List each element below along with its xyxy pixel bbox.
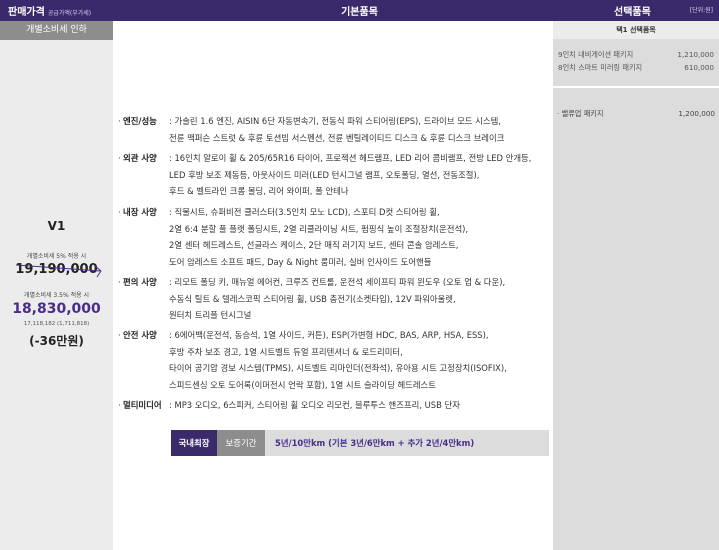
option-name: 9인치 내비게이션 패키지 bbox=[558, 50, 634, 59]
spec-category: 멀티미디어 bbox=[123, 400, 162, 410]
bullet-icon: · bbox=[118, 207, 121, 217]
options-column: 택1 선택품목 9인치 내비게이션 패키지 1,210,000 8인치 스마트 … bbox=[553, 21, 719, 550]
tax35-price: 18,830,000 bbox=[12, 301, 101, 317]
spec-line: 2열 센터 헤드레스트, 선글라스 케이스, 2단 매직 러기지 보드, 센터 … bbox=[169, 240, 459, 251]
options-divider bbox=[553, 86, 719, 88]
option-price: 610,000 bbox=[684, 63, 714, 72]
price-column: 개별소비세 인하 V1 개별소비세 5% 적용 시 19,190,000 개별소… bbox=[0, 21, 113, 550]
spec-line: : 직물시트, 슈퍼비전 클러스터(3.5인치 모노 LCD), 스포티 D컷 … bbox=[169, 207, 440, 217]
spec-line: 후드 & 벨트라인 크롬 몰딩, 리어 와이퍼, 폴 안테나 bbox=[169, 186, 349, 197]
spec-line: : 리모트 폴딩 키, 매뉴얼 에어컨, 크루즈 컨트롤, 운전석 세이프티 파… bbox=[169, 277, 506, 287]
bullet-icon: · bbox=[118, 153, 121, 163]
spec-category: 엔진/성능 bbox=[123, 116, 157, 126]
header-bar: 판매가격 공급가액(부가세) 기본품목 선택품목 [단위:원] bbox=[0, 0, 719, 21]
discount-amount: (-36만원) bbox=[29, 334, 84, 348]
tax-cut-tab: 개별소비세 인하 bbox=[0, 21, 113, 40]
spec-category: 외관 사양 bbox=[123, 153, 157, 163]
warranty-banner: 국내최장 보증기간 5년/10만km (기본 3년/6만km + 추가 2년/4… bbox=[171, 430, 549, 456]
warranty-text: 5년/10만km (기본 3년/6만km + 추가 2년/4만km) bbox=[275, 438, 475, 448]
option-name: 8인치 스마트 미러링 패키지 bbox=[558, 63, 643, 72]
basic-items-header: 기본품목 bbox=[341, 7, 378, 18]
tax35-breakdown: 17,118,182 (1,711,818) bbox=[23, 321, 90, 327]
spec-line: LED 후방 보조 제동등, 아웃사이드 미러(LED 턴시그널 램프, 오토폴… bbox=[169, 169, 480, 180]
unit-note: [단위:원] bbox=[689, 7, 713, 14]
spec-line: 스피드센싱 오토 도어록(이머전시 언락 포함), 1열 시트 슬라이딩 헤드레… bbox=[169, 379, 436, 390]
spec-line: 원터치 트리플 턴시그널 bbox=[169, 310, 252, 321]
spec-line: : MP3 오디오, 6스피커, 스티어링 휠 오디오 리모컨, 블루투스 핸즈… bbox=[169, 400, 460, 410]
spec-line: 2열 6:4 분할 풀 플랫 폴딩시트, 2열 리클라이닝 시트, 펌핑식 높이… bbox=[169, 223, 469, 234]
spec-category: 안전 사양 bbox=[123, 330, 157, 340]
package-price: 1,200,000 bbox=[678, 109, 715, 118]
warranty-badge-best: 국내최장 bbox=[171, 430, 217, 456]
spec-category: 편의 사양 bbox=[123, 277, 157, 287]
options-tab: 택1 선택품목 bbox=[553, 21, 719, 39]
options-header: 선택품목 bbox=[614, 7, 651, 18]
spec-line: 수동식 틸트 & 텔레스코픽 스티어링 휠, USB 충전기(소켓타입), 12… bbox=[169, 293, 456, 304]
spec-line: 도어 암레스트 소프트 패드, Day & Night 룸미러, 실버 인사이드… bbox=[169, 256, 432, 267]
bullet-icon: · bbox=[118, 400, 121, 410]
basic-items-section: · 엔진/성능 : 가솔린 1.6 엔진, AISIN 6단 자동변속기, 전동… bbox=[113, 21, 553, 550]
spec-line: : 16인치 알로이 휠 & 205/65R16 타이어, 프로젝션 헤드램프,… bbox=[169, 153, 532, 163]
warranty-badge-period: 보증기간 bbox=[217, 430, 265, 456]
spec-line: 타이어 공기압 경보 시스템(TPMS), 시트벨트 리마인더(전좌석), 유아… bbox=[169, 363, 507, 374]
spec-line: : 가솔린 1.6 엔진, AISIN 6단 자동변속기, 전동식 파워 스티어… bbox=[169, 116, 501, 126]
bullet-icon: · bbox=[118, 330, 121, 340]
spec-category: 내장 사양 bbox=[123, 207, 157, 217]
price-header-note: 공급가액(부가세) bbox=[47, 10, 92, 17]
price-header: 판매가격 공급가액(부가세) bbox=[8, 7, 92, 18]
spec-line: 후방 주차 보조 경고, 1열 시트벨트 듀얼 프리텐셔너 & 로드리미터, bbox=[169, 346, 403, 357]
option-price: 1,210,000 bbox=[677, 50, 714, 59]
model-name: V1 bbox=[47, 219, 66, 233]
bullet-icon: · bbox=[118, 116, 121, 126]
bullet-icon: · bbox=[118, 277, 121, 287]
strikethrough-arrow-icon bbox=[16, 264, 102, 278]
tax35-label: 개별소비세 3.5% 적용 시 bbox=[23, 292, 90, 299]
package-name: · 밸류업 패키지 bbox=[557, 109, 604, 118]
spec-line: 전륜 맥퍼슨 스트럿 & 후륜 토션빔 서스펜션, 전륜 벤틸레이티드 디스크 … bbox=[169, 132, 505, 143]
spec-line: : 6에어백(운전석, 동승석, 1열 사이드, 커튼), ESP(가변형 HD… bbox=[169, 330, 489, 340]
